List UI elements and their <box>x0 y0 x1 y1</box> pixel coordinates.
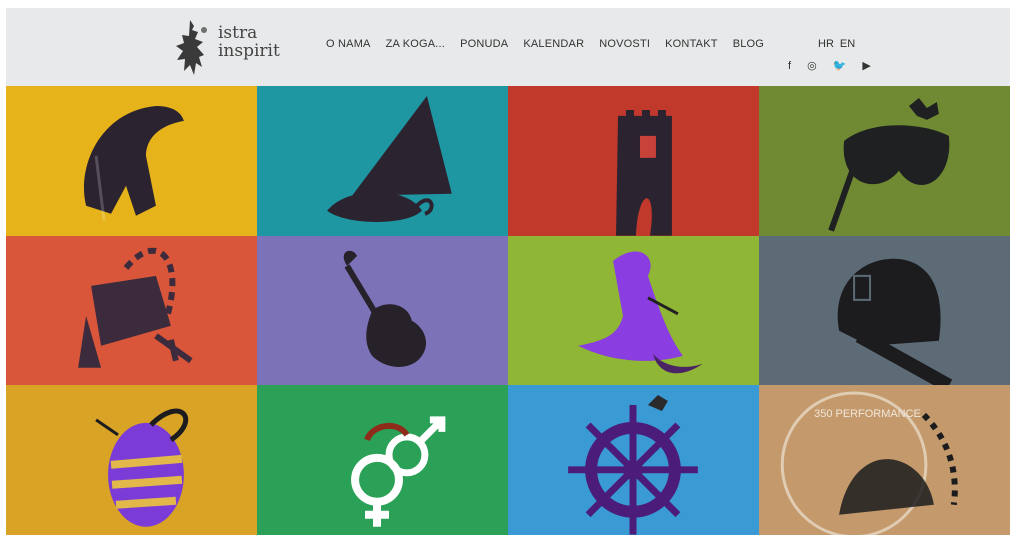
lang-hr[interactable]: HR <box>818 38 834 50</box>
logo-line-1: istra <box>218 23 258 43</box>
ship-wheel-icon <box>568 395 698 535</box>
logo-text: istra inspirit <box>218 24 280 60</box>
nav-kalendar[interactable]: KALENDAR <box>523 38 584 50</box>
dancer-logo-icon <box>176 20 207 75</box>
logo-line-2: inspirit <box>218 41 280 61</box>
program-grid: 350 PERFORMANCE <box>6 86 1010 535</box>
nav-blog[interactable]: BLOG <box>733 38 764 50</box>
boat-icon <box>327 95 452 222</box>
tower-icon <box>616 109 672 236</box>
gender-symbols-icon <box>351 416 446 528</box>
social-links: f ◎ 🐦 ▶ <box>788 60 871 72</box>
language-switcher: HR EN <box>818 38 855 50</box>
tile-lantern[interactable] <box>759 235 1010 386</box>
facebook-icon[interactable]: f <box>788 60 791 72</box>
tile-mask[interactable] <box>759 86 1010 236</box>
page: istra inspirit O NAMA ZA KOGA... PONUDA … <box>0 0 1015 535</box>
main-nav: O NAMA ZA KOGA... PONUDA KALENDAR NOVOST… <box>326 38 764 50</box>
nav-novosti[interactable]: NOVOSTI <box>599 38 650 50</box>
tile-tower[interactable] <box>508 86 759 236</box>
tile-performance[interactable]: 350 PERFORMANCE <box>759 385 1010 535</box>
tile-helm-wheel[interactable] <box>508 385 759 535</box>
site-logo[interactable]: istra inspirit <box>166 14 286 80</box>
instagram-icon[interactable]: ◎ <box>807 60 817 72</box>
twitter-icon[interactable]: 🐦 <box>833 60 847 72</box>
youtube-icon[interactable]: ▶ <box>862 60 870 72</box>
performance-badge-text: 350 PERFORMANCE <box>814 408 921 420</box>
tile-helmet[interactable] <box>6 86 257 236</box>
nav-ponuda[interactable]: PONUDA <box>460 38 508 50</box>
tile-treasure[interactable] <box>6 235 257 386</box>
nav-kontakt[interactable]: KONTAKT <box>665 38 718 50</box>
tile-symbols[interactable] <box>257 385 508 535</box>
lang-en[interactable]: EN <box>840 38 855 50</box>
tile-bee[interactable] <box>6 385 257 535</box>
violin-icon <box>343 250 427 367</box>
lantern-icon <box>837 258 953 386</box>
mask-icon <box>828 97 950 232</box>
treasure-chest-icon <box>78 247 193 368</box>
bee-icon <box>95 408 189 528</box>
tile-violin[interactable] <box>257 235 508 386</box>
helmet-icon <box>83 105 184 221</box>
tile-boat[interactable] <box>257 86 508 236</box>
nav-za-koga[interactable]: ZA KOGA... <box>386 38 445 50</box>
tile-witch-hat[interactable] <box>508 235 759 386</box>
nav-o-nama[interactable]: O NAMA <box>326 38 371 50</box>
site-header: istra inspirit O NAMA ZA KOGA... PONUDA … <box>6 8 1010 86</box>
witch-hat-icon <box>578 251 703 373</box>
performance-badge-icon: 350 PERFORMANCE <box>780 391 958 535</box>
